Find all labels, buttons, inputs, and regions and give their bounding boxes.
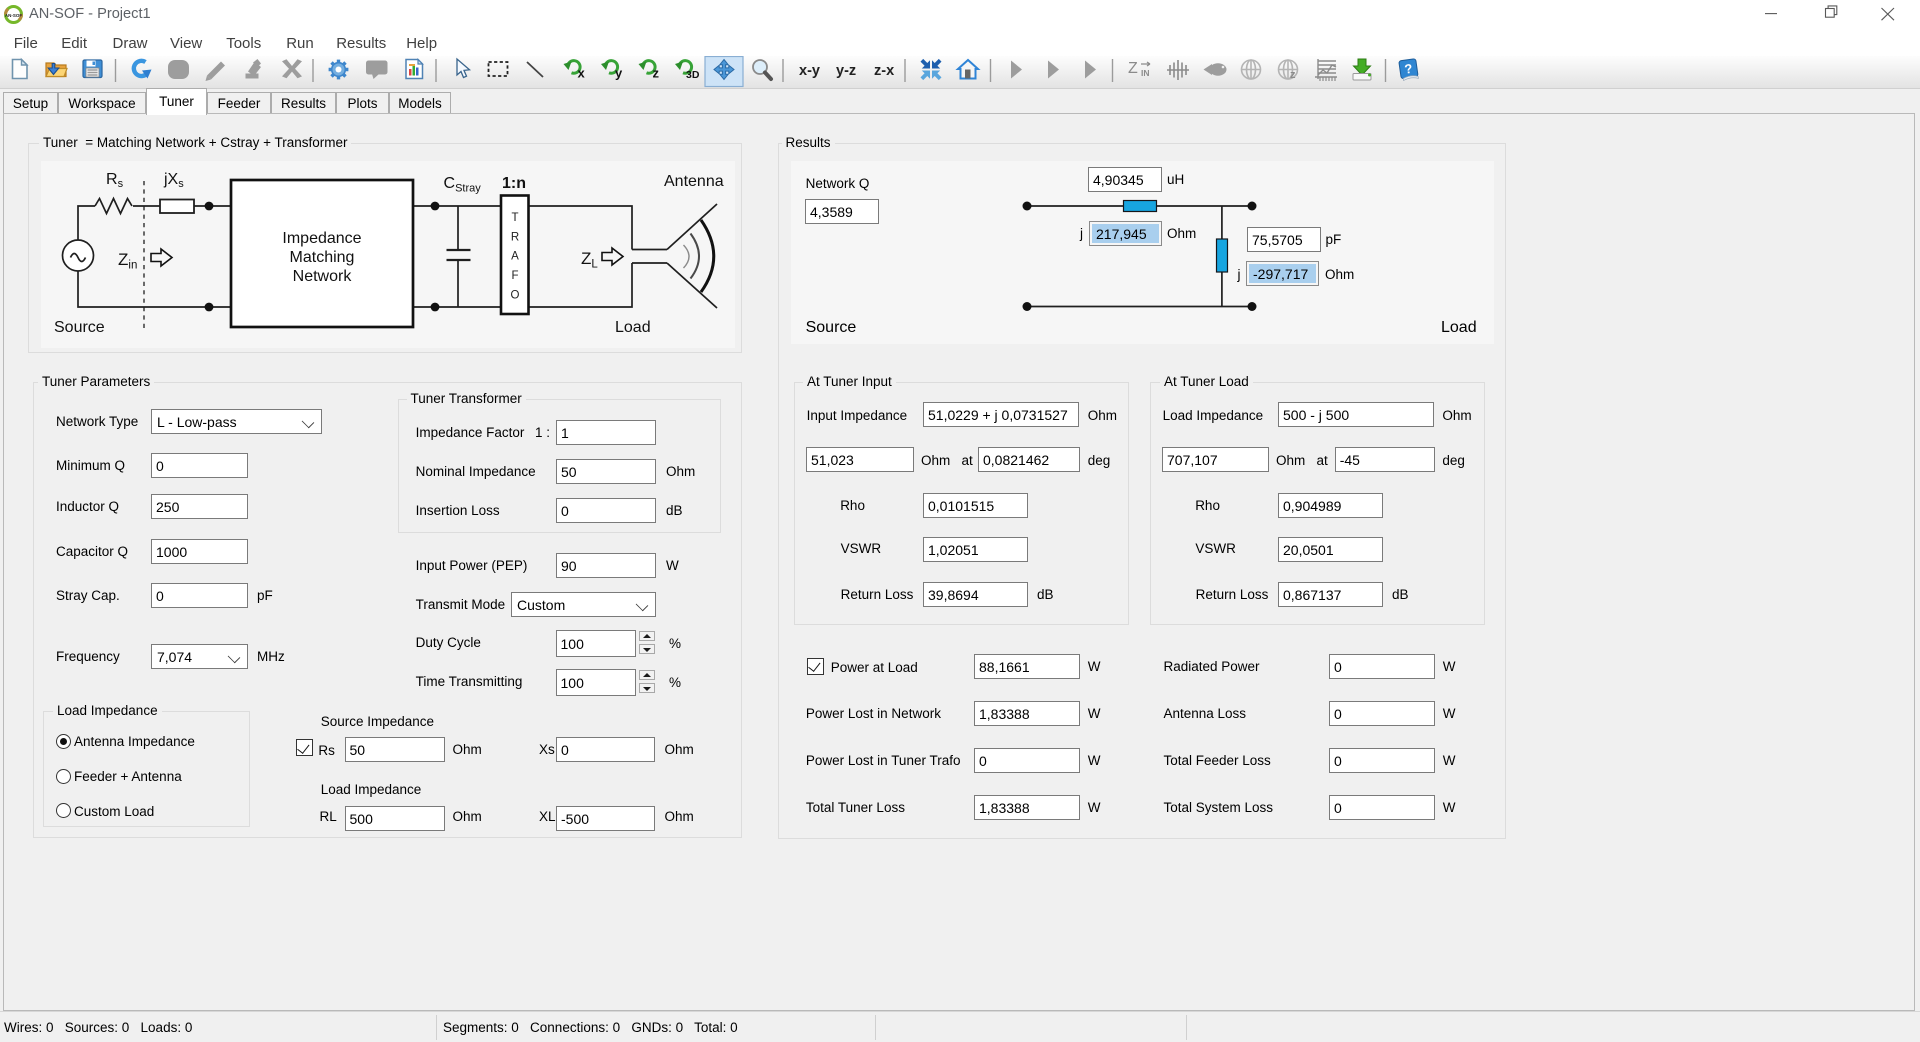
svg-text:1:n: 1:n	[502, 175, 526, 192]
svg-text:Load: Load	[615, 319, 651, 336]
svg-text:Network: Network	[293, 268, 353, 285]
svg-text:z: z	[1290, 69, 1296, 81]
svg-text:O: O	[511, 290, 520, 302]
svg-text:Z: Z	[1128, 60, 1138, 77]
svg-text:y-z: y-z	[836, 63, 856, 79]
svg-text:y: y	[615, 66, 623, 81]
svg-text:F: F	[511, 270, 518, 282]
svg-text:AN-SOF: AN-SOF	[5, 13, 22, 18]
svg-text:T: T	[511, 212, 518, 224]
svg-text:Antenna: Antenna	[664, 173, 724, 190]
svg-text:Matching: Matching	[290, 249, 355, 266]
svg-text:Impedance: Impedance	[282, 230, 361, 247]
svg-text:z-x: z-x	[874, 63, 894, 79]
svg-text:x-y: x-y	[799, 63, 820, 79]
svg-text:IN: IN	[1141, 68, 1150, 78]
svg-text:A: A	[511, 251, 519, 263]
svg-text:x: x	[578, 66, 586, 81]
svg-text:z: z	[653, 66, 660, 81]
svg-text:R: R	[511, 232, 519, 244]
svg-text:Source: Source	[54, 319, 105, 336]
svg-text:3D: 3D	[686, 69, 700, 81]
